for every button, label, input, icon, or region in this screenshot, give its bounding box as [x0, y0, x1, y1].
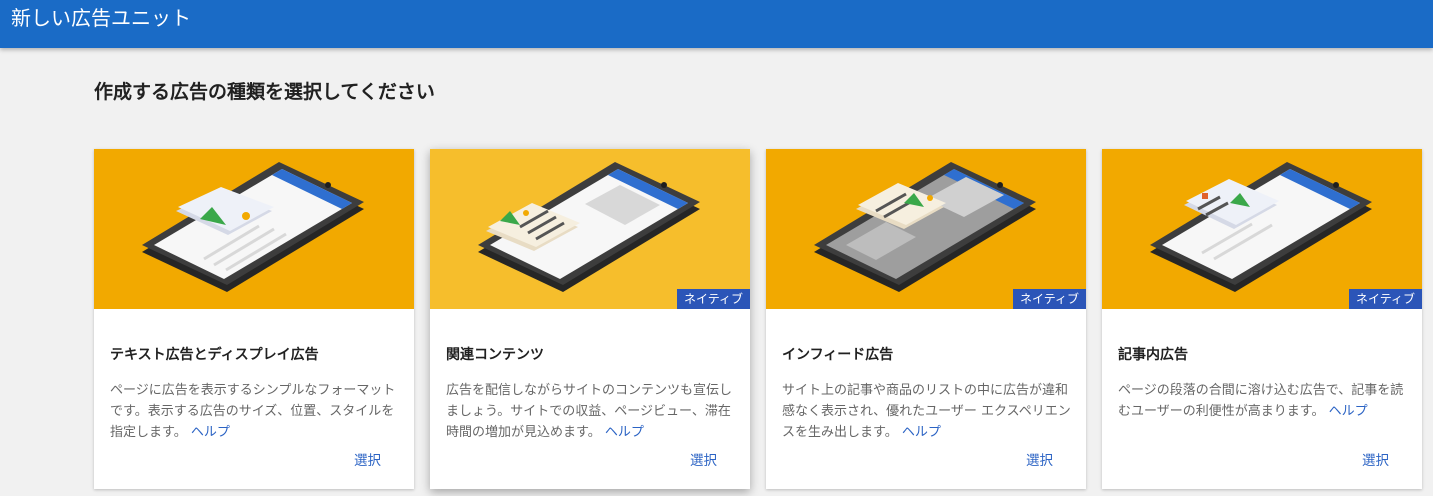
- card-description: 広告を配信しながらサイトのコンテンツも宣伝しましょう。サイトでの収益、ページビュ…: [446, 380, 738, 443]
- page-title: 新しい広告ユニット: [11, 6, 191, 30]
- card-description-text: ページに広告を表示するシンプルなフォーマットです。表示する広告のサイズ、位置、ス…: [110, 383, 396, 440]
- card-title: 関連コンテンツ: [446, 347, 544, 363]
- help-link[interactable]: ヘルプ: [902, 425, 941, 440]
- select-button[interactable]: 選択: [1362, 451, 1389, 471]
- card-description: ページの段落の合間に溶け込む広告で、記事を読むユーザーの利便性が高まります。 ヘ…: [1118, 380, 1410, 422]
- native-badge: ネイティブ: [1348, 289, 1422, 309]
- card-description-text: 広告を配信しながらサイトのコンテンツも宣伝しましょう。サイトでの収益、ページビュ…: [446, 383, 733, 440]
- card-title: 記事内広告: [1118, 347, 1188, 363]
- card-illustration: [430, 149, 750, 309]
- ad-type-card-related-content[interactable]: ネイティブ 関連コンテンツ 広告を配信しながらサイトのコンテンツも宣伝しましょう…: [430, 149, 750, 489]
- ad-type-card-in-article[interactable]: ネイティブ 記事内広告 ページの段落の合間に溶け込む広告で、記事を読むユーザーの…: [1102, 149, 1422, 489]
- ad-type-card-display[interactable]: テキスト広告とディスプレイ広告 ページに広告を表示するシンプルなフォーマットです…: [94, 149, 414, 489]
- card-description: サイト上の記事や商品のリストの中に広告が違和感なく表示され、優れたユーザー エク…: [782, 380, 1074, 443]
- select-button[interactable]: 選択: [690, 451, 717, 471]
- ad-type-card-in-feed[interactable]: ネイティブ インフィード広告 サイト上の記事や商品のリストの中に広告が違和感なく…: [766, 149, 1086, 489]
- select-button[interactable]: 選択: [1026, 451, 1053, 471]
- app-header: 新しい広告ユニット: [0, 0, 1433, 48]
- help-link[interactable]: ヘルプ: [1329, 404, 1368, 419]
- native-badge: ネイティブ: [676, 289, 750, 309]
- card-illustration: [94, 149, 414, 309]
- native-badge: ネイティブ: [1012, 289, 1086, 309]
- card-illustration: [766, 149, 1086, 309]
- help-link[interactable]: ヘルプ: [191, 425, 230, 440]
- phone-in-article-illustration: [1102, 149, 1422, 309]
- phone-in-feed-illustration: [766, 149, 1086, 309]
- select-button[interactable]: 選択: [354, 451, 381, 471]
- phone-display-ad-illustration: [94, 149, 414, 309]
- help-link[interactable]: ヘルプ: [605, 425, 644, 440]
- card-illustration: [1102, 149, 1422, 309]
- section-heading: 作成する広告の種類を選択してください: [94, 81, 435, 103]
- card-description: ページに広告を表示するシンプルなフォーマットです。表示する広告のサイズ、位置、ス…: [110, 380, 402, 443]
- card-title: テキスト広告とディスプレイ広告: [110, 347, 319, 363]
- card-title: インフィード広告: [782, 347, 894, 363]
- phone-related-content-illustration: [430, 149, 750, 309]
